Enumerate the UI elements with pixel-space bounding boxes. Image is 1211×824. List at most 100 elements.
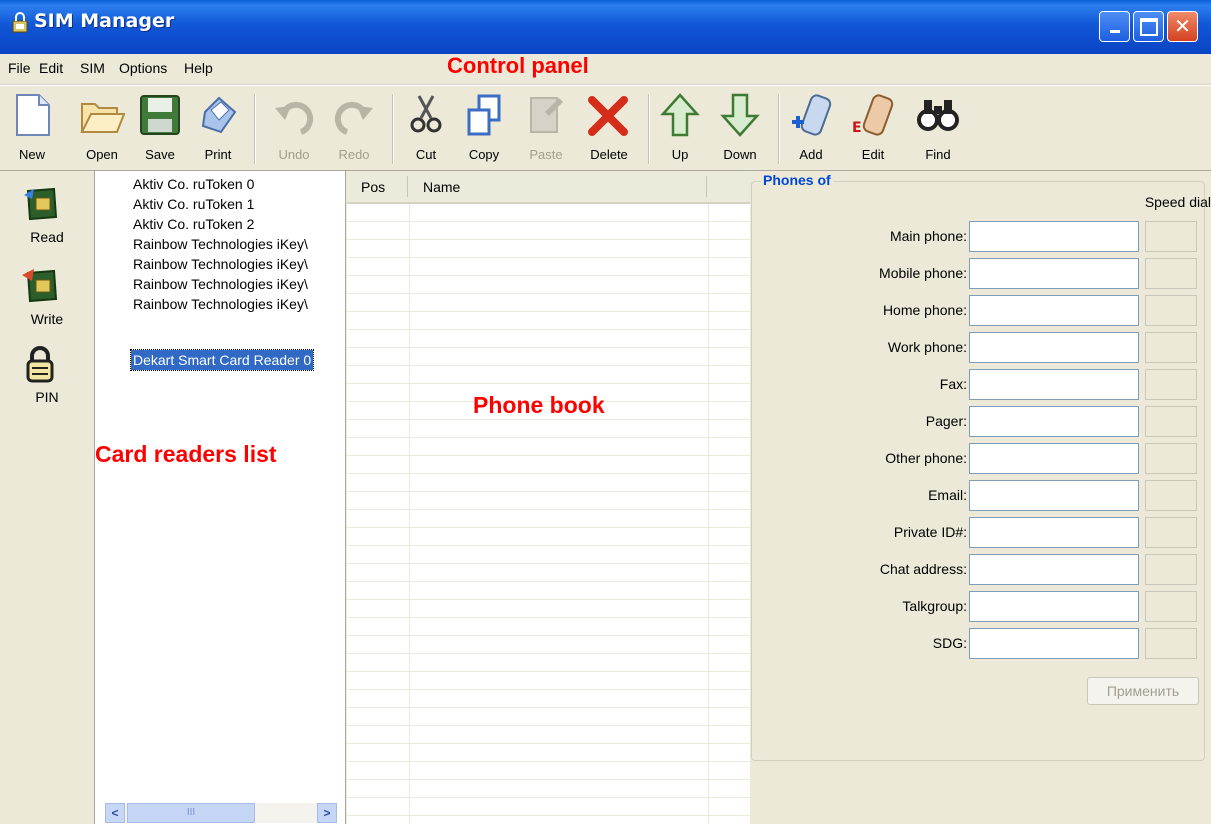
phone-book-row[interactable]	[347, 798, 750, 816]
phone-book-row[interactable]	[347, 258, 750, 276]
minimize-button[interactable]	[1099, 11, 1130, 42]
column-pos[interactable]: Pos	[361, 179, 385, 195]
save-button[interactable]: Save	[138, 86, 182, 170]
phone-book-row[interactable]	[347, 816, 750, 824]
speed-dial-field[interactable]	[1145, 406, 1197, 437]
reader-item[interactable]: Aktiv Co. ruToken 2	[131, 214, 256, 234]
phone-field-input[interactable]	[969, 480, 1139, 511]
phone-book-row[interactable]	[347, 672, 750, 690]
phone-book-row[interactable]	[347, 726, 750, 744]
speed-dial-field[interactable]	[1145, 258, 1197, 289]
title-bar[interactable]: SIM Manager ✕	[0, 0, 1211, 54]
scroll-left-icon[interactable]: <	[105, 803, 125, 823]
phone-book-row[interactable]	[347, 762, 750, 780]
paste-button[interactable]: Paste	[524, 86, 568, 170]
menu-edit[interactable]: Edit	[39, 60, 63, 76]
phone-field-input[interactable]	[969, 369, 1139, 400]
phone-field-input[interactable]	[969, 591, 1139, 622]
menu-file[interactable]: File	[8, 60, 31, 76]
phone-field-input[interactable]	[969, 443, 1139, 474]
close-button[interactable]: ✕	[1167, 11, 1198, 42]
phone-book-row[interactable]	[347, 474, 750, 492]
phone-book-row[interactable]	[347, 492, 750, 510]
phone-book-row[interactable]	[347, 780, 750, 798]
apply-button[interactable]: Применить	[1087, 677, 1199, 705]
speed-dial-field[interactable]	[1145, 295, 1197, 326]
phone-field-input[interactable]	[969, 332, 1139, 363]
redo-button[interactable]: Redo	[330, 86, 378, 170]
phone-field-input[interactable]	[969, 517, 1139, 548]
column-separator[interactable]	[706, 176, 707, 197]
down-button[interactable]: Down	[716, 86, 764, 170]
phone-book-row[interactable]	[347, 240, 750, 258]
write-button[interactable]: Write	[0, 267, 94, 347]
reader-item[interactable]: Aktiv Co. ruToken 0	[131, 174, 256, 194]
phone-book-row[interactable]	[347, 312, 750, 330]
card-readers-list[interactable]: Aktiv Co. ruToken 0 Aktiv Co. ruToken 1 …	[95, 171, 346, 824]
phone-book-row[interactable]	[347, 222, 750, 240]
phone-book-row[interactable]	[347, 528, 750, 546]
phone-book-row[interactable]	[347, 294, 750, 312]
phone-book-row[interactable]	[347, 708, 750, 726]
speed-dial-field[interactable]	[1145, 332, 1197, 363]
pin-button[interactable]: PIN	[0, 345, 94, 425]
reader-item[interactable]: Rainbow Technologies iKey\	[131, 274, 310, 294]
reader-item-selected[interactable]: Dekart Smart Card Reader 0	[129, 349, 315, 371]
phone-book-row[interactable]	[347, 330, 750, 348]
copy-button[interactable]: Copy	[462, 86, 506, 170]
phone-book-row[interactable]	[347, 276, 750, 294]
delete-button[interactable]: Delete	[582, 86, 636, 170]
phone-book-row[interactable]	[347, 690, 750, 708]
phone-field-input[interactable]	[969, 406, 1139, 437]
cut-button[interactable]: Cut	[406, 86, 446, 170]
maximize-button[interactable]	[1133, 11, 1164, 42]
phone-field-input[interactable]	[969, 295, 1139, 326]
new-button[interactable]: New	[14, 86, 50, 170]
phone-book-row[interactable]	[347, 546, 750, 564]
phone-book-row[interactable]	[347, 456, 750, 474]
phone-book-row[interactable]	[347, 204, 750, 222]
find-button[interactable]: Find	[917, 86, 959, 170]
column-name[interactable]: Name	[423, 179, 460, 195]
phone-field-input[interactable]	[969, 554, 1139, 585]
phone-field-input[interactable]	[969, 628, 1139, 659]
read-button[interactable]: Read	[0, 185, 94, 265]
reader-item[interactable]: Rainbow Technologies iKey\	[131, 254, 310, 274]
phone-book-row[interactable]	[347, 348, 750, 366]
menu-help[interactable]: Help	[184, 60, 213, 76]
readers-horizontal-scrollbar[interactable]: < III >	[105, 803, 337, 823]
phone-book-row[interactable]	[347, 582, 750, 600]
scroll-right-icon[interactable]: >	[317, 803, 337, 823]
phone-book-row[interactable]	[347, 636, 750, 654]
phone-book-rows[interactable]	[347, 204, 750, 824]
phone-field-input[interactable]	[969, 221, 1139, 252]
speed-dial-field[interactable]	[1145, 591, 1197, 622]
phone-book-row[interactable]	[347, 366, 750, 384]
speed-dial-field[interactable]	[1145, 221, 1197, 252]
reader-item[interactable]: Rainbow Technologies iKey\	[131, 234, 310, 254]
menu-options[interactable]: Options	[119, 60, 167, 76]
edit-button[interactable]: E Edit	[852, 86, 894, 170]
phone-book-grid[interactable]: Pos Name Phone book	[347, 171, 750, 824]
add-button[interactable]: Add	[792, 86, 832, 170]
phone-book-row[interactable]	[347, 600, 750, 618]
phone-book-row[interactable]	[347, 564, 750, 582]
phone-book-row[interactable]	[347, 438, 750, 456]
up-button[interactable]: Up	[660, 86, 700, 170]
speed-dial-field[interactable]	[1145, 369, 1197, 400]
phone-book-row[interactable]	[347, 618, 750, 636]
speed-dial-field[interactable]	[1145, 443, 1197, 474]
speed-dial-field[interactable]	[1145, 517, 1197, 548]
phone-field-input[interactable]	[969, 258, 1139, 289]
menu-sim[interactable]: SIM	[80, 60, 105, 76]
phone-book-row[interactable]	[347, 420, 750, 438]
scroll-thumb[interactable]: III	[127, 803, 255, 823]
open-button[interactable]: Open	[78, 86, 126, 170]
speed-dial-field[interactable]	[1145, 480, 1197, 511]
reader-item[interactable]: Rainbow Technologies iKey\	[131, 294, 310, 314]
reader-item[interactable]: Aktiv Co. ruToken 1	[131, 194, 256, 214]
speed-dial-field[interactable]	[1145, 554, 1197, 585]
undo-button[interactable]: Undo	[270, 86, 318, 170]
print-button[interactable]: Print	[196, 86, 240, 170]
phone-book-row[interactable]	[347, 744, 750, 762]
